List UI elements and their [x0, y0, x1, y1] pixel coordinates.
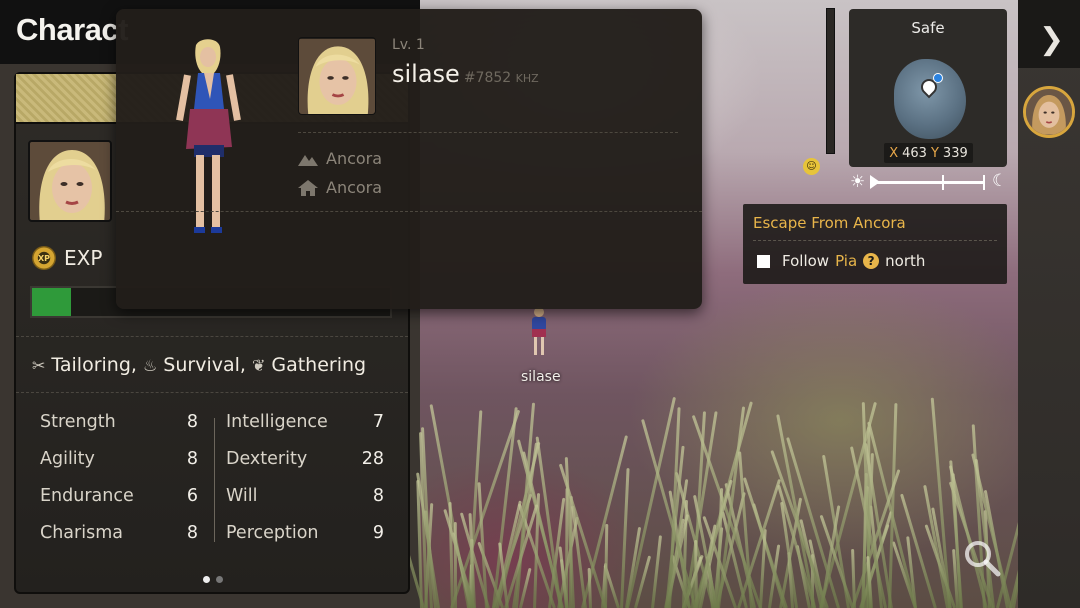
character-name: silase #7852 KHZ: [392, 60, 539, 88]
y-coordinate-label: Y: [930, 145, 939, 161]
character-id-suffix: KHZ: [515, 72, 539, 85]
popup-portrait: [298, 37, 376, 115]
skill-gathering: Gathering: [271, 354, 367, 376]
current-location-row: Ancora: [298, 149, 382, 168]
home-location: Ancora: [326, 178, 383, 197]
chevron-right-icon[interactable]: ❯: [1039, 22, 1064, 57]
stat-value: 9: [372, 523, 384, 543]
stat-name: Agility: [40, 449, 95, 469]
divider: [298, 132, 678, 133]
objective-checkbox: [757, 254, 770, 268]
divider: [753, 240, 997, 241]
objective-suffix: north: [885, 252, 926, 270]
party-member-avatar[interactable]: [1023, 86, 1075, 138]
exp-progress-fill: [32, 288, 72, 316]
character-full-body: [174, 39, 244, 249]
needle-icon: ✂: [32, 355, 46, 375]
stat-row: Intelligence 7: [226, 412, 384, 449]
moon-icon: ☾: [992, 171, 1008, 191]
stat-row: Will 8: [226, 486, 384, 523]
stat-name: Endurance: [40, 486, 134, 506]
stat-value: 8: [186, 523, 198, 543]
stat-value: 8: [186, 412, 198, 432]
divider: [116, 211, 702, 212]
grass-blade: [851, 549, 857, 608]
exp-badge-icon: XP: [32, 246, 56, 270]
fire-icon: ♨: [142, 355, 158, 375]
magnifier-icon[interactable]: [962, 538, 1002, 578]
time-tick: [983, 175, 985, 190]
objective-npc: Pia: [835, 252, 858, 270]
character-level: Lv. 1: [392, 37, 425, 53]
quest-title: Escape From Ancora: [753, 214, 906, 232]
time-tick: [942, 175, 944, 190]
stamina-bar: [826, 8, 835, 154]
home-icon: [298, 179, 318, 196]
objective-prefix: Follow: [782, 252, 830, 270]
stat-name: Perception: [226, 523, 319, 543]
character-id: #7852 KHZ: [464, 70, 539, 86]
x-coordinate-label: X: [889, 145, 899, 161]
x-coordinate: 463: [902, 145, 927, 161]
stat-name: Charisma: [40, 523, 123, 543]
current-location: Ancora: [326, 149, 383, 168]
mood-face-icon: ☺: [803, 158, 820, 175]
exp-row: XP EXP: [32, 246, 102, 270]
day-night-cycle: ☀ ☾: [850, 171, 1010, 192]
character-info-popup: Lv. 1 silase #7852 KHZ Ancora Ancora: [116, 9, 702, 309]
stat-value: 8: [372, 486, 384, 506]
stats-grid: Strength 8 Agility 8 Endurance 6 Charisma 8 …: [40, 412, 386, 562]
player-character[interactable]: [528, 305, 550, 357]
stat-row: Strength 8: [40, 412, 198, 449]
player-marker-icon: [933, 73, 943, 83]
player-name-label: silase: [521, 369, 561, 385]
quest-objective: Follow Pia ? north: [757, 252, 925, 270]
page-indicator[interactable]: [203, 576, 223, 583]
skill-survival: Survival,: [163, 354, 246, 376]
stat-name: Dexterity: [226, 449, 308, 469]
stat-row: Perception 9: [226, 523, 384, 560]
stat-row: Endurance 6: [40, 486, 198, 523]
minimap[interactable]: Safe X 463 Y 339: [849, 9, 1007, 167]
time-track: [872, 181, 984, 184]
quest-tracker[interactable]: Escape From Ancora Follow Pia ? north: [743, 204, 1007, 284]
stats-separator: [214, 418, 215, 542]
stat-value: 7: [372, 412, 384, 432]
time-pointer-icon: [870, 175, 880, 189]
character-portrait[interactable]: [28, 140, 112, 222]
minimap-terrain: [894, 59, 966, 139]
stat-name: Strength: [40, 412, 116, 432]
y-coordinate: 339: [942, 145, 968, 161]
exp-label: EXP: [64, 246, 103, 270]
mountain-icon: [298, 154, 318, 166]
divider: [16, 392, 408, 393]
stat-value: 6: [186, 486, 198, 506]
grass-blade: [651, 535, 663, 608]
coordinates-readout: X 463 Y 339: [884, 143, 973, 163]
skill-tailoring: Tailoring,: [51, 354, 137, 376]
character-name-text: silase: [392, 60, 460, 88]
stat-name: Intelligence: [226, 412, 328, 432]
zone-status: Safe: [911, 19, 945, 37]
home-location-row: Ancora: [298, 178, 382, 197]
grass-blade: [603, 524, 609, 608]
stat-row: Dexterity 28: [226, 449, 384, 486]
stat-value: 28: [361, 449, 384, 469]
page-dot[interactable]: [216, 576, 223, 583]
stat-value: 8: [186, 449, 198, 469]
divider: [16, 336, 408, 337]
stat-row: Agility 8: [40, 449, 198, 486]
page-title: Charact: [16, 12, 128, 47]
skills-row: ✂ Tailoring, ♨ Survival, ❦ Gathering: [32, 354, 366, 376]
sun-icon: ☀: [850, 172, 866, 192]
character-id-number: #7852: [463, 70, 512, 86]
stat-name: Will: [226, 486, 258, 506]
grass-blade: [519, 568, 532, 608]
stat-row: Charisma 8: [40, 523, 198, 560]
stats-left-column: Strength 8 Agility 8 Endurance 6 Charisma 8: [40, 412, 198, 560]
stats-right-column: Intelligence 7 Dexterity 28 Will 8 Percepti…: [226, 412, 384, 560]
page-dot[interactable]: [203, 576, 210, 583]
leaf-icon: ❦: [251, 355, 266, 375]
question-icon[interactable]: ?: [863, 253, 880, 269]
